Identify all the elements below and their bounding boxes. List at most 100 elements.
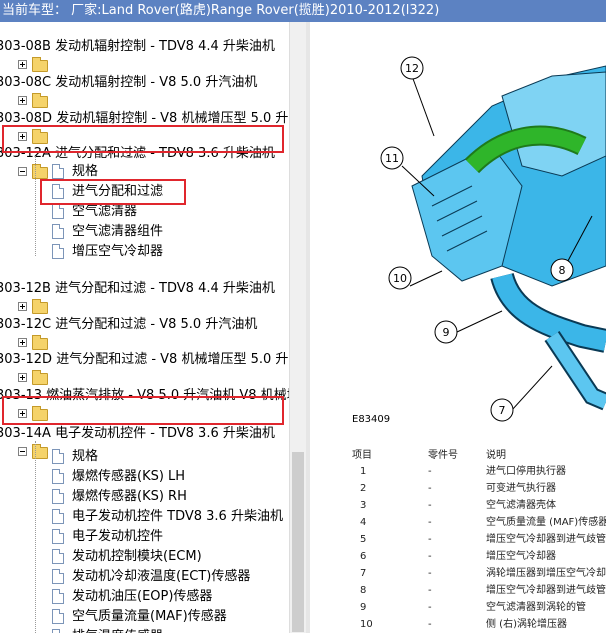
- tree-leaf-label: 空气滤清器组件: [72, 224, 164, 239]
- row-part: -: [428, 517, 432, 528]
- document-icon: [52, 489, 64, 504]
- folder-icon: [32, 335, 48, 350]
- window-title: 当前车型： 厂家:Land Rover(路虎)Range Rover(揽胜)20…: [0, 0, 606, 22]
- tree-leaf-label: 电子发动机控件 TDV8 3.6 升柴油机: [72, 509, 283, 524]
- tree-guide-line: [35, 156, 36, 256]
- row-desc: 可变进气执行器: [486, 483, 556, 494]
- tree-leaf-label: 空气质量流量(MAF)传感器: [72, 609, 227, 624]
- row-part: -: [428, 585, 432, 596]
- tree-expander[interactable]: [18, 299, 58, 315]
- engine-diagram: 12 11 10 9 8 7: [380, 56, 606, 422]
- row-desc: 空气滤清器到涡轮的管: [486, 602, 586, 613]
- row-part: -: [428, 483, 432, 494]
- document-panel: 12 11 10 9 8 7 E83409 项目 零件号 说明 1 - 进气口停用执…: [310, 22, 606, 633]
- folder-icon: [32, 299, 48, 314]
- tree-node[interactable]: 303-12B 进气分配和过滤 - TDV8 4.4 升柴油机: [0, 279, 275, 299]
- scrollbar-thumb[interactable]: [292, 452, 304, 632]
- document-icon: [52, 609, 64, 624]
- row-desc: 增压空气冷却器到进气歧管: [486, 585, 606, 596]
- document-icon: [52, 509, 64, 524]
- row-part: -: [428, 602, 432, 613]
- callout-10: 10: [393, 272, 407, 285]
- col-header-desc: 说明: [486, 450, 506, 461]
- tree-expander[interactable]: [18, 335, 58, 351]
- expand-icon[interactable]: [18, 338, 27, 347]
- callout-8: 8: [559, 264, 566, 277]
- folder-icon: [32, 93, 48, 108]
- highlight-box: [2, 125, 284, 153]
- row-desc: 空气滤清器壳体: [486, 500, 556, 511]
- row-item: 10: [360, 619, 373, 630]
- row-item: 3: [360, 500, 367, 511]
- expand-icon[interactable]: [18, 60, 27, 69]
- tree-node[interactable]: 303-12D 进气分配和过滤 - V8 机械增压型 5.0 升: [0, 350, 288, 370]
- row-desc: 增压空气冷却器到进气歧管: [486, 534, 606, 545]
- document-icon: [52, 529, 64, 544]
- tree-expander[interactable]: [18, 370, 58, 386]
- row-item: 4: [360, 517, 367, 528]
- tree-leaf-label: 发动机油压(EOP)传感器: [72, 589, 213, 604]
- folder-icon: [32, 370, 48, 385]
- document-icon: [52, 204, 64, 219]
- tree-guide-line: [35, 441, 36, 633]
- col-header-part: 零件号: [428, 450, 458, 461]
- callout-9: 9: [443, 326, 450, 339]
- callout-7: 7: [499, 404, 506, 417]
- figure-code: E83409: [352, 414, 391, 425]
- document-icon: [52, 449, 64, 464]
- tree-node[interactable]: 303-14A 电子发动机控件 - TDV8 3.6 升柴油机: [0, 424, 275, 444]
- tree-node[interactable]: 303-08B 发动机辐射控制 - TDV8 4.4 升柴油机: [0, 37, 275, 57]
- tree-leaf-label: 排气温度传感器: [72, 627, 163, 633]
- document-icon: [52, 244, 64, 259]
- row-item: 5: [360, 534, 367, 545]
- row-item: 6: [360, 551, 367, 562]
- tree-node[interactable]: 303-12C 进气分配和过滤 - V8 5.0 升汽油机: [0, 315, 257, 335]
- row-desc: 涡轮增压器到增压空气冷却: [486, 568, 606, 579]
- expand-icon[interactable]: [18, 373, 27, 382]
- document-icon: [52, 469, 64, 484]
- row-desc: 侧 (右)涡轮增压器: [486, 619, 567, 630]
- row-part: -: [428, 568, 432, 579]
- row-part: -: [428, 551, 432, 562]
- tree-leaf-label: 规格: [72, 449, 99, 464]
- collapse-icon[interactable]: [18, 167, 27, 176]
- document-icon: [52, 569, 64, 584]
- document-icon: [52, 164, 64, 179]
- tree-leaf-label: 发动机冷却液温度(ECT)传感器: [72, 569, 251, 584]
- document-icon: [52, 549, 64, 564]
- folder-icon: [32, 57, 48, 72]
- tree-node[interactable]: 303-08C 发动机辐射控制 - V8 5.0 升汽油机: [0, 73, 257, 93]
- callout-12: 12: [405, 62, 419, 75]
- tree-expander[interactable]: [18, 57, 58, 73]
- row-item: 7: [360, 568, 367, 579]
- row-item: 2: [360, 483, 367, 494]
- tree-panel[interactable]: 303-08B 发动机辐射控制 - TDV8 4.4 升柴油机 303-08C 发…: [0, 22, 289, 633]
- highlight-box: [40, 179, 186, 205]
- row-item: 1: [360, 466, 367, 477]
- row-part: -: [428, 619, 432, 630]
- row-item: 9: [360, 602, 367, 613]
- tree-leaf-label: 电子发动机控件: [72, 529, 164, 544]
- callout-11: 11: [385, 152, 399, 165]
- row-desc: 增压空气冷却器: [486, 551, 556, 562]
- row-desc: 空气质量流量 (MAF)传感器: [486, 517, 606, 528]
- highlight-box: [2, 396, 284, 425]
- row-part: -: [428, 534, 432, 545]
- tree-leaf-label: 发动机控制模块(ECM): [72, 549, 202, 564]
- row-part: -: [428, 500, 432, 511]
- tree-scrollbar[interactable]: [289, 22, 306, 633]
- row-part: -: [428, 466, 432, 477]
- tree-leaf-label: 爆燃传感器(KS) RH: [72, 489, 187, 504]
- tree-leaf-label: 空气滤清器: [72, 204, 138, 219]
- expand-icon[interactable]: [18, 96, 27, 105]
- document-icon: [52, 589, 64, 604]
- expand-icon[interactable]: [18, 302, 27, 311]
- tree-leaf-label: 爆燃传感器(KS) LH: [72, 469, 186, 484]
- document-icon: [52, 224, 64, 239]
- col-header-item: 项目: [352, 450, 372, 461]
- document-icon: [52, 629, 64, 633]
- collapse-icon[interactable]: [18, 447, 27, 456]
- tree-expander[interactable]: [18, 93, 58, 109]
- tree-leaf-label: 增压空气冷却器: [72, 244, 164, 259]
- row-item: 8: [360, 585, 367, 596]
